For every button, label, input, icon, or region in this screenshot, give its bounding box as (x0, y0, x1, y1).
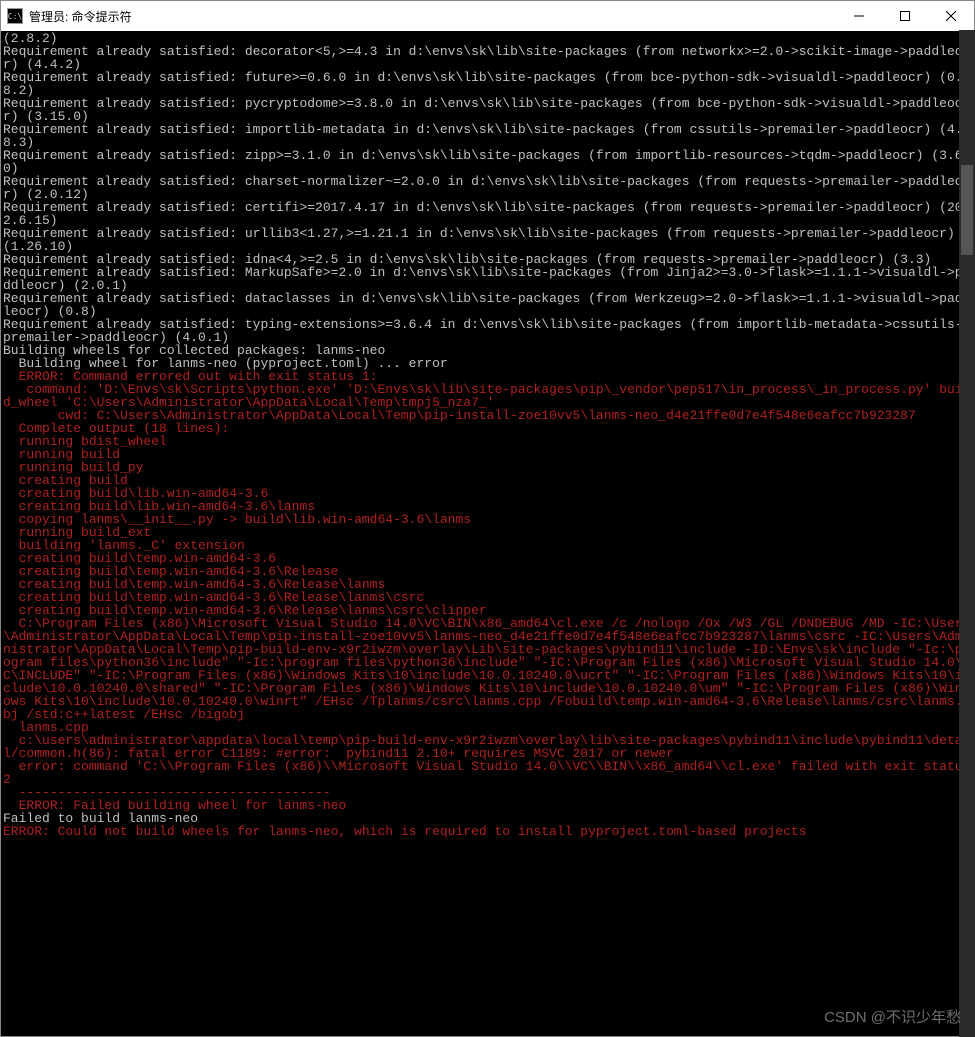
terminal-line: Requirement already satisfied: future>=0… (3, 71, 972, 97)
terminal-line: Requirement already satisfied: certifi>=… (3, 201, 972, 227)
window-title: 管理员: 命令提示符 (29, 8, 836, 25)
terminal-line: Requirement already satisfied: urllib3<1… (3, 227, 972, 253)
terminal-line: Requirement already satisfied: MarkupSaf… (3, 266, 972, 292)
terminal-line: command: 'D:\Envs\sk\Scripts\python.exe'… (3, 383, 972, 409)
window-controls (836, 1, 974, 31)
cmd-icon: C:\ (7, 8, 23, 24)
terminal-line: c:\users\administrator\appdata\local\tem… (3, 734, 972, 760)
scrollbar-thumb[interactable] (961, 165, 973, 255)
terminal-line: Requirement already satisfied: decorator… (3, 45, 972, 71)
command-prompt-window: C:\ 管理员: 命令提示符 (2.8.2)Requirement alread… (0, 0, 975, 1037)
terminal-line: Requirement already satisfied: pycryptod… (3, 97, 972, 123)
minimize-button[interactable] (836, 1, 882, 31)
terminal-line: Requirement already satisfied: typing-ex… (3, 318, 972, 344)
terminal-line: error: command 'C:\\Program Files (x86)\… (3, 760, 972, 786)
maximize-button[interactable] (882, 1, 928, 31)
terminal-line: running build_py (3, 461, 972, 474)
vertical-scrollbar[interactable] (959, 30, 975, 1037)
terminal-line: running build (3, 448, 972, 461)
terminal-line: Requirement already satisfied: charset-n… (3, 175, 972, 201)
terminal-line: running bdist_wheel (3, 435, 972, 448)
terminal-line: C:\Program Files (x86)\Microsoft Visual … (3, 617, 972, 721)
terminal-line: Requirement already satisfied: zipp>=3.1… (3, 149, 972, 175)
terminal-line: ERROR: Could not build wheels for lanms-… (3, 825, 972, 838)
terminal-line: Requirement already satisfied: dataclass… (3, 292, 972, 318)
terminal-output[interactable]: (2.8.2)Requirement already satisfied: de… (1, 31, 974, 1036)
titlebar[interactable]: C:\ 管理员: 命令提示符 (1, 1, 974, 31)
terminal-line: Requirement already satisfied: importlib… (3, 123, 972, 149)
close-button[interactable] (928, 1, 974, 31)
